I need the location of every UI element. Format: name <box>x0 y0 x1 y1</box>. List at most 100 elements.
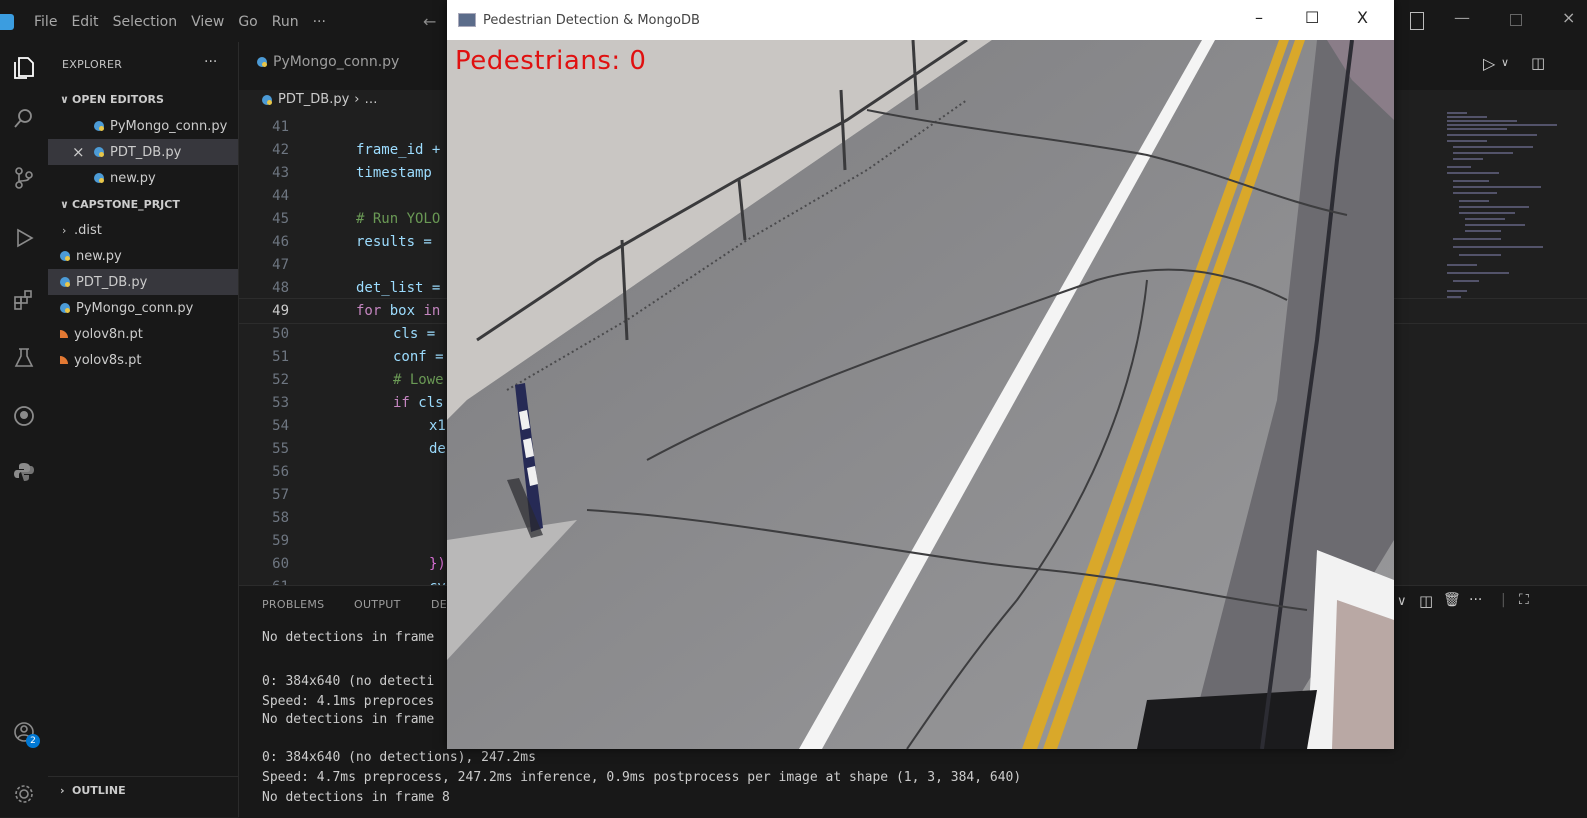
line-number: 51 <box>272 349 289 365</box>
python-icon[interactable] <box>0 454 48 490</box>
chevron-down-icon[interactable]: ∨ <box>1397 594 1407 609</box>
more-actions-icon[interactable]: ··· <box>1469 592 1482 608</box>
chevron-right-icon: › <box>354 92 360 107</box>
explorer-more-icon[interactable]: ··· <box>204 54 217 70</box>
line-number: 47 <box>272 257 289 273</box>
code-token: det_list = <box>356 280 441 296</box>
line-number: 52 <box>272 372 289 388</box>
code-token: }) <box>429 556 446 572</box>
model-file-icon <box>60 330 68 338</box>
code-token: cls = <box>393 326 436 342</box>
python-file-icon <box>257 57 267 67</box>
opencv-window[interactable]: Pedestrian Detection & MongoDB – ☐ X Ped… <box>447 0 1394 749</box>
code-token: conf = <box>393 349 444 365</box>
split-terminal-icon[interactable]: ◫ <box>1419 592 1433 610</box>
folder-item[interactable]: › .dist <box>48 217 238 243</box>
minimize-button[interactable]: – <box>1255 8 1263 27</box>
python-file-icon <box>94 173 104 183</box>
menu-view[interactable]: View <box>191 14 224 30</box>
tab-pymongo-conn[interactable]: PyMongo_conn.py <box>257 54 399 70</box>
opencv-title-bar[interactable]: Pedestrian Detection & MongoDB – ☐ X <box>447 0 1394 40</box>
tab-problems[interactable]: PROBLEMS <box>262 598 324 611</box>
code-token: box <box>389 303 416 319</box>
terminal-line: No detections in frame 8 <box>262 790 450 805</box>
menu-run[interactable]: Run <box>272 14 299 30</box>
run-file-icon[interactable]: ▷ <box>1483 54 1495 73</box>
activity-bar: 2 <box>0 42 48 817</box>
code-keyword: if <box>393 395 410 411</box>
file-item[interactable]: yolov8s.pt <box>48 347 238 373</box>
white-structure-inner <box>1332 600 1394 749</box>
pedestrian-count-overlay: Pedestrians: 0 <box>455 46 647 76</box>
split-editor-icon[interactable]: ◫ <box>1531 54 1545 72</box>
close-button[interactable]: X <box>1357 8 1368 27</box>
file-item[interactable]: yolov8n.pt <box>48 321 238 347</box>
breadcrumb: PDT_DB.py › … <box>262 92 378 107</box>
search-icon[interactable] <box>0 100 48 136</box>
road-scene-image <box>447 40 1394 749</box>
line-number: 44 <box>272 188 289 204</box>
tab-debug-console[interactable]: DE <box>431 598 447 611</box>
python-file-icon <box>60 251 70 261</box>
toggle-panel-icon[interactable] <box>1410 12 1424 30</box>
github-icon[interactable] <box>0 398 48 434</box>
extensions-icon[interactable] <box>0 282 48 318</box>
line-number: 41 <box>272 119 289 135</box>
testing-flask-icon[interactable] <box>0 340 48 376</box>
open-editors-section[interactable]: ∨ OPEN EDITORS <box>48 86 238 112</box>
line-number-current: 49 <box>272 303 289 319</box>
line-number: 43 <box>272 165 289 181</box>
python-file-icon <box>94 121 104 131</box>
python-file-icon <box>262 94 272 105</box>
open-editor-item[interactable]: × PDT_DB.py <box>48 139 238 165</box>
menu-edit[interactable]: Edit <box>71 14 98 30</box>
open-editor-item[interactable]: PyMongo_conn.py <box>48 113 238 139</box>
line-number: 57 <box>272 487 289 503</box>
menu-selection[interactable]: Selection <box>113 14 178 30</box>
code-token: x1 <box>429 418 446 434</box>
line-number: 56 <box>272 464 289 480</box>
file-item[interactable]: PyMongo_conn.py <box>48 295 238 321</box>
outline-section[interactable]: › OUTLINE <box>48 776 238 803</box>
back-arrow-icon[interactable]: ← <box>423 12 436 31</box>
python-file-icon <box>94 147 104 157</box>
accounts-icon[interactable]: 2 <box>0 714 48 750</box>
explorer-files-icon[interactable] <box>0 50 48 86</box>
line-number: 45 <box>272 211 289 227</box>
tab-output[interactable]: OUTPUT <box>354 598 401 611</box>
explorer-title: EXPLORER <box>62 58 123 71</box>
open-editor-item[interactable]: new.py <box>48 165 238 191</box>
menu-more[interactable]: ··· <box>313 14 326 30</box>
maximize-button[interactable]: ☐ <box>1305 8 1319 27</box>
file-item[interactable]: PDT_DB.py <box>48 269 238 295</box>
source-control-icon[interactable] <box>0 160 48 196</box>
restore-icon[interactable] <box>1510 14 1522 26</box>
code-token: timestamp <box>356 165 432 181</box>
maximize-panel-icon[interactable]: ⛶ <box>1519 592 1529 608</box>
chevron-down-icon[interactable]: ∨ <box>1501 56 1509 69</box>
run-debug-icon[interactable] <box>0 220 48 256</box>
close-editor-icon[interactable]: × <box>72 143 94 161</box>
chevron-down-icon: ∨ <box>60 92 69 106</box>
code-keyword: for <box>356 303 382 319</box>
code-token: de <box>429 441 446 457</box>
trash-icon[interactable]: 🗑 <box>1443 592 1461 608</box>
explorer-sidebar: EXPLORER ··· ∨ OPEN EDITORS PyMongo_conn… <box>48 42 239 817</box>
close-window-icon[interactable]: × <box>1562 8 1575 27</box>
project-section[interactable]: ∨ CAPSTONE_PRJCT <box>48 191 238 217</box>
code-token: frame_id + <box>356 142 441 158</box>
menu-file[interactable]: File <box>34 14 57 30</box>
chevron-right-icon: › <box>60 783 65 797</box>
window-app-icon <box>458 13 476 27</box>
line-number: 48 <box>272 280 289 296</box>
menu-go[interactable]: Go <box>238 14 257 30</box>
settings-gear-icon[interactable] <box>0 776 48 812</box>
chevron-down-icon: ∨ <box>60 197 69 211</box>
code-comment: # Lowe <box>393 372 444 388</box>
minimize-icon[interactable]: — <box>1454 8 1470 27</box>
minimap[interactable] <box>1439 108 1569 338</box>
terminal-line: Speed: 4.1ms preproces <box>262 694 435 709</box>
line-number: 59 <box>272 533 289 549</box>
file-item[interactable]: new.py <box>48 243 238 269</box>
line-number: 55 <box>272 441 289 457</box>
